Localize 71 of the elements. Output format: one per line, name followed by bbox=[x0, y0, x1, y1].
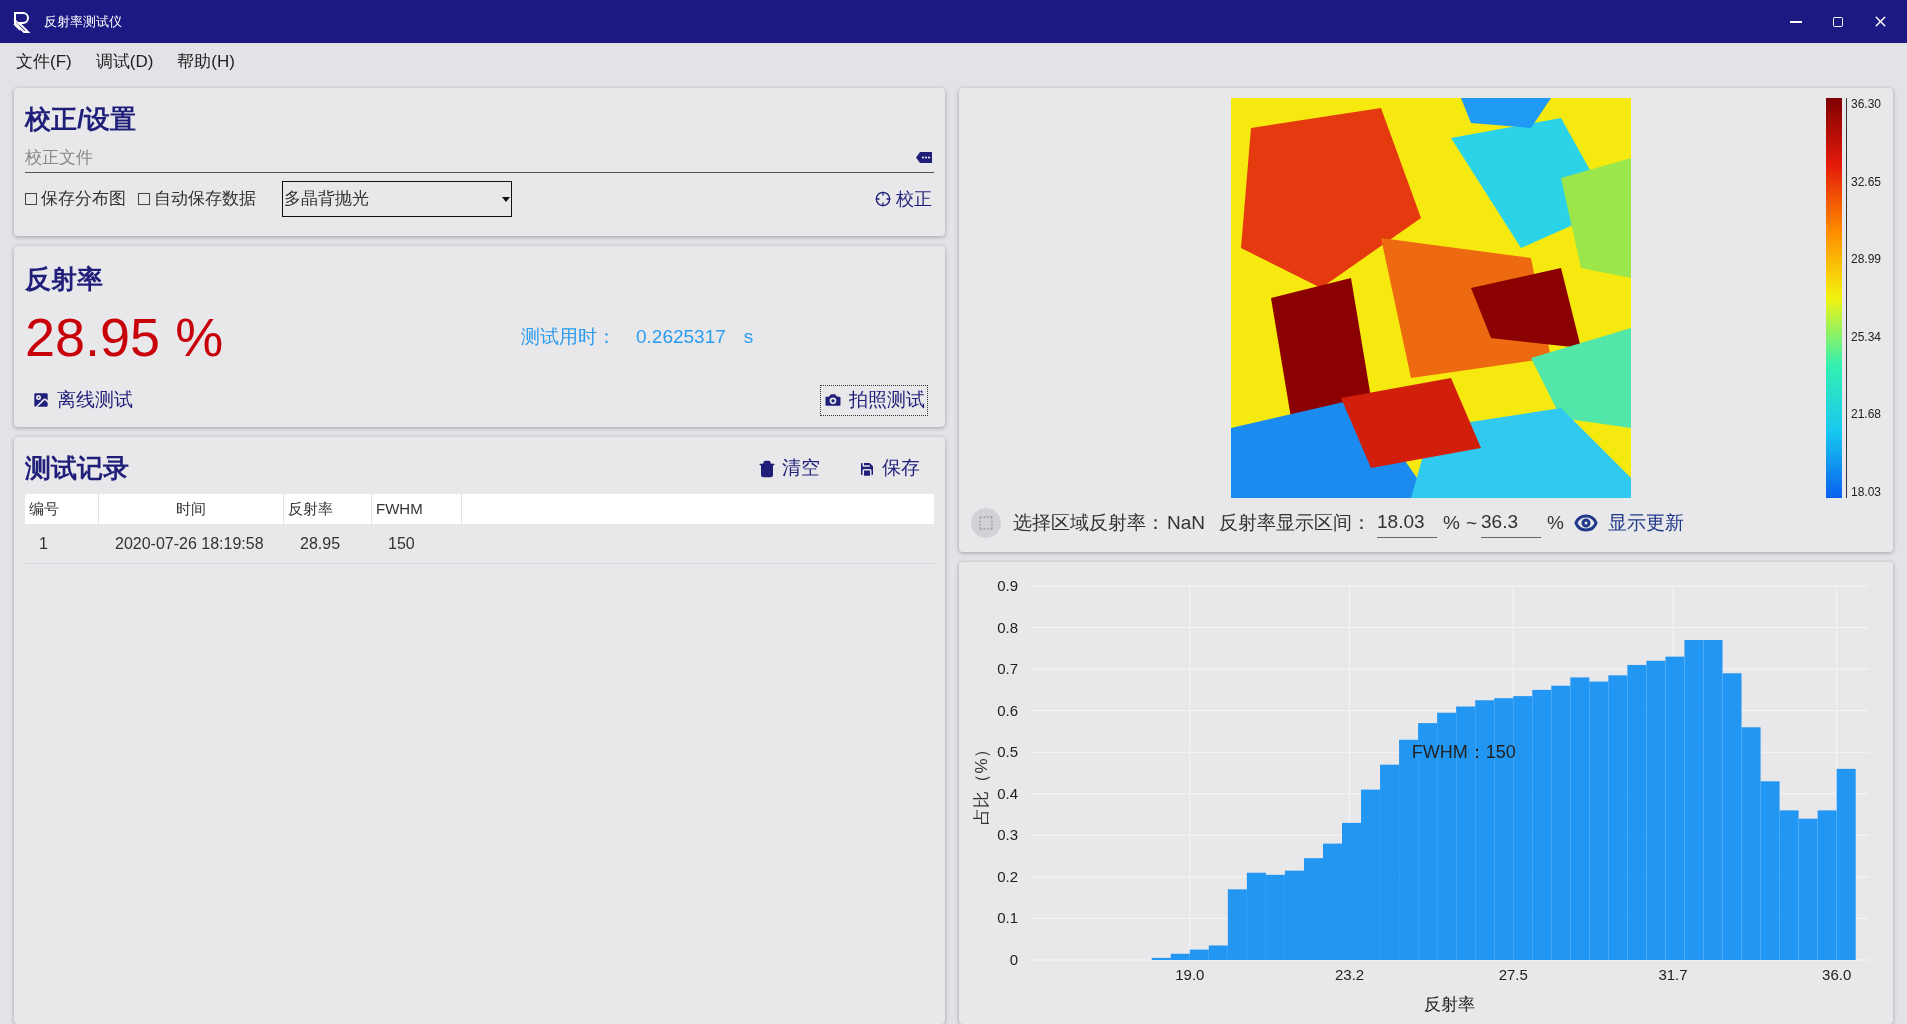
x-tick-label: 27.5 bbox=[1498, 966, 1528, 983]
table-row[interactable]: 1 2020-07-26 18:19:58 28.95 150 bbox=[25, 524, 934, 564]
region-label: 选择区域反射率： bbox=[1013, 510, 1165, 535]
offline-test-button[interactable]: 离线测试 bbox=[31, 386, 133, 415]
time-value: 0.2625317 bbox=[636, 324, 726, 349]
crosshair-icon bbox=[875, 191, 891, 207]
time-label: 测试用时： bbox=[521, 324, 616, 349]
column-header[interactable]: 编号 bbox=[25, 494, 99, 524]
y-tick-label: 0.9 bbox=[997, 577, 1018, 594]
table-cell-text: 1 bbox=[38, 533, 49, 554]
section-title: 校正/设置 bbox=[25, 103, 138, 136]
percent-unit: % bbox=[1547, 510, 1564, 535]
trash-icon bbox=[758, 459, 776, 478]
y-tick-label: 0 bbox=[1009, 951, 1018, 968]
range-max-field[interactable]: 36.3 bbox=[1481, 508, 1542, 538]
colorbar-label: 28.99 bbox=[1850, 253, 1881, 266]
colorbar-label: 18.03 bbox=[1850, 485, 1881, 498]
tag-icon bbox=[916, 152, 932, 163]
save-button[interactable]: 保存 bbox=[858, 454, 920, 483]
column-header[interactable]: 反射率 bbox=[284, 494, 372, 524]
calibration-file-field[interactable]: 校正文件 bbox=[25, 144, 625, 171]
photo-test-button[interactable]: 拍照测试 bbox=[820, 385, 928, 416]
fwhm-annotation: FWHM：150 bbox=[1411, 742, 1516, 763]
colorbar-label: 25.34 bbox=[1850, 330, 1881, 343]
table-cell-text: 2020-07-26 18:19:58 bbox=[114, 533, 265, 554]
checkbox-option[interactable]: 保存分布图 bbox=[25, 186, 126, 212]
logo-icon bbox=[12, 10, 32, 33]
checkbox[interactable] bbox=[25, 193, 37, 205]
x-axis-title: 反射率 bbox=[1424, 995, 1475, 1014]
colorbar-label: 36.30 bbox=[1850, 98, 1881, 110]
y-tick-label: 0.8 bbox=[997, 618, 1018, 636]
reflectance-value: 28.95 % bbox=[25, 310, 225, 364]
menu-item[interactable]: 帮助(H) bbox=[177, 48, 235, 75]
column-header[interactable]: FWHM bbox=[372, 494, 462, 524]
y-tick-label: 0.6 bbox=[997, 701, 1018, 719]
y-tick-label: 0.1 bbox=[997, 909, 1018, 927]
y-tick-label: 0.3 bbox=[997, 826, 1018, 844]
x-tick-label: 36.0 bbox=[1822, 966, 1852, 983]
table-cell-text: 28.95 bbox=[299, 533, 342, 554]
range-label: 反射率显示区间： bbox=[1219, 510, 1371, 535]
time-unit: s bbox=[743, 324, 754, 349]
y-tick-label: 0.2 bbox=[997, 867, 1018, 885]
column-header[interactable]: 时间 bbox=[99, 494, 284, 524]
section-title: 测试记录 bbox=[25, 452, 129, 485]
checkbox-option[interactable]: 自动保存数据 bbox=[138, 186, 256, 212]
x-tick-label: 23.2 bbox=[1335, 966, 1365, 983]
region-value: NaN bbox=[1167, 510, 1205, 535]
section-title: 反射率 bbox=[25, 263, 104, 296]
calibrate-button[interactable]: 校正 bbox=[875, 185, 932, 213]
table-cell-text: 150 bbox=[387, 533, 416, 554]
y-tick-label: 0.4 bbox=[997, 784, 1018, 802]
window-title: 反射率测试仪 bbox=[44, 12, 122, 31]
refresh-display-button[interactable]: 显示更新 bbox=[1573, 508, 1684, 538]
minimize-icon bbox=[1790, 20, 1802, 23]
y-tick-label: 0.5 bbox=[997, 743, 1018, 761]
menu-item[interactable]: 调试(D) bbox=[95, 48, 154, 75]
percent-unit: % bbox=[1443, 510, 1460, 535]
y-tick-label: 0.7 bbox=[997, 660, 1018, 678]
colorbar-label: 21.68 bbox=[1850, 408, 1881, 421]
menu-item[interactable]: 文件(F) bbox=[16, 48, 72, 75]
checkbox[interactable] bbox=[138, 193, 150, 205]
material-dropdown[interactable]: 多晶背抛光 bbox=[282, 181, 512, 217]
colorbar-label: 32.65 bbox=[1850, 175, 1881, 188]
y-axis-title: 占比（%） bbox=[972, 741, 991, 825]
range-min-field[interactable]: 18.03 bbox=[1377, 508, 1437, 538]
caret-icon bbox=[502, 196, 510, 202]
maximize-icon bbox=[1832, 15, 1844, 28]
x-tick-label: 31.7 bbox=[1658, 966, 1688, 983]
range-separator: ~ bbox=[1465, 510, 1478, 535]
x-tick-label: 19.0 bbox=[1175, 966, 1205, 983]
clear-button[interactable]: 清空 bbox=[758, 454, 820, 483]
